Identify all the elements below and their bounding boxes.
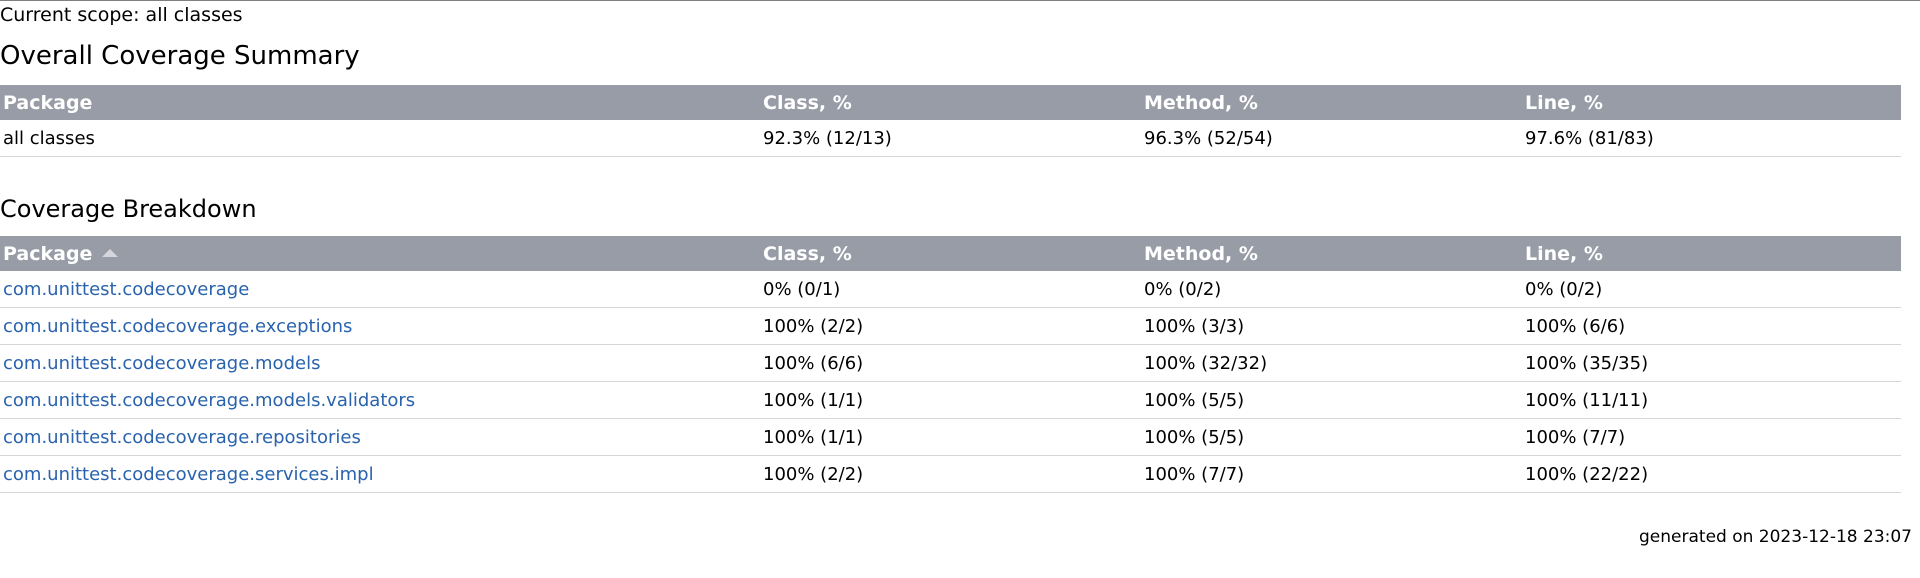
summary-header-class[interactable]: Class, %: [760, 85, 1141, 120]
table-row: com.unittest.codecoverage.models 100% (6…: [0, 344, 1901, 382]
method-coverage: 100% (3/3): [1141, 307, 1522, 345]
class-coverage: 100% (2/2): [760, 307, 1141, 345]
package-cell: com.unittest.codecoverage.repositories: [0, 418, 760, 456]
summary-package: all classes: [0, 120, 760, 157]
summary-header-row: Package Class, % Method, % Line, %: [0, 85, 1901, 120]
class-coverage: 100% (2/2): [760, 455, 1141, 493]
class-coverage: 100% (6/6): [760, 344, 1141, 382]
table-row: com.unittest.codecoverage.services.impl …: [0, 455, 1901, 493]
line-coverage: 100% (35/35): [1522, 344, 1901, 382]
package-cell: com.unittest.codecoverage.models: [0, 344, 760, 382]
package-cell: com.unittest.codecoverage.exceptions: [0, 307, 760, 345]
package-cell: com.unittest.codecoverage: [0, 271, 760, 308]
method-coverage: 0% (0/2): [1141, 271, 1522, 308]
line-coverage: 100% (7/7): [1522, 418, 1901, 456]
table-row: com.unittest.codecoverage.repositories 1…: [0, 418, 1901, 456]
class-coverage: 0% (0/1): [760, 271, 1141, 308]
class-coverage: 100% (1/1): [760, 418, 1141, 456]
table-row: com.unittest.codecoverage.models.validat…: [0, 381, 1901, 419]
table-row: com.unittest.codecoverage 0% (0/1) 0% (0…: [0, 271, 1901, 308]
breakdown-header-method[interactable]: Method, %: [1141, 236, 1522, 271]
line-coverage: 100% (22/22): [1522, 455, 1901, 493]
method-coverage: 100% (32/32): [1141, 344, 1522, 382]
summary-header-line[interactable]: Line, %: [1522, 85, 1901, 120]
summary-title: Overall Coverage Summary: [0, 41, 360, 71]
summary-line-coverage: 97.6% (81/83): [1522, 120, 1901, 157]
package-link[interactable]: com.unittest.codecoverage.services.impl: [3, 464, 374, 485]
summary-header-method[interactable]: Method, %: [1141, 85, 1522, 120]
breakdown-table: Package Class, % Method, % Line, % com.u…: [0, 236, 1901, 493]
breakdown-header-package-label: Package: [3, 242, 93, 265]
package-link[interactable]: com.unittest.codecoverage: [3, 279, 249, 300]
package-link[interactable]: com.unittest.codecoverage.models.validat…: [3, 390, 415, 411]
summary-class-coverage: 92.3% (12/13): [760, 120, 1141, 157]
method-coverage: 100% (7/7): [1141, 455, 1522, 493]
generated-timestamp: generated on 2023-12-18 23:07: [1639, 527, 1912, 547]
package-cell: com.unittest.codecoverage.models.validat…: [0, 381, 760, 419]
line-coverage: 0% (0/2): [1522, 271, 1901, 308]
package-cell: com.unittest.codecoverage.services.impl: [0, 455, 760, 493]
summary-row: all classes 92.3% (12/13) 96.3% (52/54) …: [0, 120, 1901, 157]
breakdown-header-package[interactable]: Package: [0, 236, 760, 271]
summary-method-coverage: 96.3% (52/54): [1141, 120, 1522, 157]
package-link[interactable]: com.unittest.codecoverage.exceptions: [3, 316, 352, 337]
breakdown-header-line[interactable]: Line, %: [1522, 236, 1901, 271]
breakdown-header-class[interactable]: Class, %: [760, 236, 1141, 271]
line-coverage: 100% (6/6): [1522, 307, 1901, 345]
class-coverage: 100% (1/1): [760, 381, 1141, 419]
line-coverage: 100% (11/11): [1522, 381, 1901, 419]
table-row: com.unittest.codecoverage.exceptions 100…: [0, 307, 1901, 345]
package-link[interactable]: com.unittest.codecoverage.models: [3, 353, 320, 374]
current-scope: Current scope: all classes: [0, 4, 243, 26]
method-coverage: 100% (5/5): [1141, 418, 1522, 456]
package-link[interactable]: com.unittest.codecoverage.repositories: [3, 427, 361, 448]
breakdown-header-row: Package Class, % Method, % Line, %: [0, 236, 1901, 271]
summary-header-package[interactable]: Package: [0, 85, 760, 120]
sort-ascending-icon[interactable]: [102, 249, 119, 257]
top-divider: [0, 0, 1920, 1]
method-coverage: 100% (5/5): [1141, 381, 1522, 419]
summary-table: Package Class, % Method, % Line, % all c…: [0, 85, 1901, 157]
breakdown-title: Coverage Breakdown: [0, 195, 257, 223]
